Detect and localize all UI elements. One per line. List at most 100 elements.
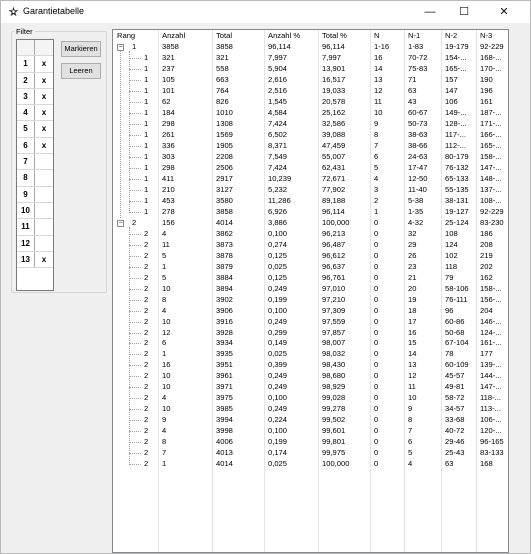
table-row[interactable]: 2 11 3873 0,274 96,487 0 29 124 208 <box>113 240 508 251</box>
table-row[interactable]: 2 6 3934 0,149 98,007 0 15 67-104 161-... <box>113 338 508 349</box>
filter-row[interactable]: 3x <box>17 88 53 106</box>
table-row[interactable]: 2 4 3906 0,100 97,309 0 18 96 204 <box>113 306 508 317</box>
filter-row[interactable]: 9 <box>17 186 53 203</box>
column-header-anzahl[interactable]: Anzahl <box>162 31 185 40</box>
filter-row-mark[interactable]: x <box>35 89 53 104</box>
table-row[interactable]: 2 4 3998 0,100 99,601 0 7 40-72 120-... <box>113 426 508 437</box>
vertical-scrollbar[interactable] <box>509 29 521 553</box>
cell-total-pct: 97,010 <box>322 283 346 293</box>
cell-anzahl-pct: 0,100 <box>268 305 288 315</box>
filter-row-mark[interactable] <box>35 170 53 185</box>
table-row[interactable]: 1 210 3127 5,232 77,902 3 11-40 55-135 137-... <box>113 185 508 196</box>
tree-group-row[interactable]: 2 156 4014 3,886 100,000 0 4-32 25-124 83-230 − <box>113 218 508 229</box>
tree-collapse-icon[interactable]: − <box>117 44 124 52</box>
cell-rang: 1 <box>132 42 137 52</box>
filter-row-mark[interactable]: x <box>35 138 53 153</box>
maximize-button[interactable]: ☐ <box>449 1 479 23</box>
cell-n-2: 33-68 <box>445 415 465 425</box>
table-row[interactable]: 2 9 3994 0,224 99,502 0 8 33-68 106-... <box>113 415 508 426</box>
column-header-total-pct[interactable]: Total % <box>322 31 347 40</box>
cell-n: 8 <box>374 130 379 140</box>
table-row[interactable]: 1 237 558 5,904 13,901 14 75-83 165-... 170-... <box>113 64 508 75</box>
filter-row[interactable]: 1x <box>17 56 53 73</box>
filter-row[interactable]: 10 <box>17 202 53 220</box>
filter-row-mark[interactable]: x <box>35 105 53 120</box>
filter-row-mark[interactable] <box>35 219 53 234</box>
table-row[interactable]: 1 303 2208 7,549 55,007 6 24-63 80-179 158-... <box>113 152 508 163</box>
cell-n-2: 63 <box>445 459 454 469</box>
cell-total-pct: 25,162 <box>322 108 346 118</box>
column-header-n-2[interactable]: N-2 <box>445 31 457 40</box>
filter-row-mark[interactable]: x <box>35 252 53 267</box>
table-row[interactable]: 2 5 3878 0,125 96,612 0 26 102 219 <box>113 251 508 262</box>
table-row[interactable]: 2 4 3975 0,100 99,028 0 10 58-72 118-... <box>113 393 508 404</box>
cell-anzahl: 4 <box>162 305 167 315</box>
cell-total: 3998 <box>216 426 233 436</box>
tree-connector <box>129 354 141 356</box>
column-header-n-3[interactable]: N-3 <box>480 31 492 40</box>
table-row[interactable]: 2 7 4013 0,174 99,975 0 5 25-43 83-133 <box>113 448 508 459</box>
table-row[interactable]: 2 10 3971 0,249 98,929 0 11 49-81 147-... <box>113 382 508 393</box>
table-row[interactable]: 2 12 3928 0,299 97,857 0 16 50-68 124-... <box>113 328 508 339</box>
table-row[interactable]: 1 411 2917 10,239 72,671 4 12-50 65-133 148-... <box>113 174 508 185</box>
table-row[interactable]: 2 1 4014 0,025 100,000 0 4 63 168 <box>113 459 508 470</box>
filter-row[interactable]: 5x <box>17 121 53 138</box>
filter-row[interactable]: 11 <box>17 219 53 236</box>
filter-row[interactable]: 7 <box>17 154 53 171</box>
filter-row-mark[interactable] <box>35 187 53 202</box>
filter-row-mark[interactable] <box>35 236 53 251</box>
filter-row[interactable]: 8 <box>17 170 53 187</box>
minimize-button[interactable]: — <box>415 1 445 23</box>
table-row[interactable]: 1 298 1308 7,424 32,586 9 50-73 128-... 171-... <box>113 119 508 130</box>
filter-row[interactable]: 4x <box>17 105 53 122</box>
cell-anzahl: 5 <box>162 250 167 260</box>
tree-group-row[interactable]: 1 3858 3858 96,114 96,114 1-16 1-83 19-179 92-22… <box>113 42 508 53</box>
table-row[interactable]: 1 298 2506 7,424 62,431 5 17-47 76-132 147-... <box>113 163 508 174</box>
table-row[interactable]: 2 8 4006 0,199 99,801 0 6 29-46 96-165 <box>113 437 508 448</box>
close-button[interactable]: ✕ <box>489 1 519 23</box>
markieren-button[interactable]: Markieren <box>61 41 101 57</box>
table-row[interactable]: 1 321 321 7,997 7,997 16 70-72 154-... 168-... <box>113 53 508 64</box>
filter-row-mark[interactable]: x <box>35 73 53 88</box>
table-row[interactable]: 2 10 3985 0,249 99,278 0 9 34-57 113-... <box>113 404 508 415</box>
filter-row[interactable]: 2x <box>17 72 53 89</box>
table-row[interactable]: 2 5 3884 0,125 96,761 0 21 79 162 <box>113 273 508 284</box>
table-row[interactable]: 1 62 826 1,545 20,578 11 43 106 161 <box>113 97 508 108</box>
table-row[interactable]: 2 8 3902 0,199 97,210 0 19 76-111 156-... <box>113 295 508 306</box>
filter-row-mark[interactable]: x <box>35 121 53 136</box>
filter-row-mark[interactable] <box>35 203 53 218</box>
table-row[interactable]: 2 16 3951 0,399 98,430 0 13 60-109 139-... <box>113 360 508 371</box>
filter-row-mark[interactable]: x <box>35 56 53 71</box>
table-row[interactable]: 1 184 1010 4,584 25,162 10 60-67 149-... 187-... <box>113 108 508 119</box>
table-row[interactable]: 2 1 3879 0,025 96,637 0 23 118 202 <box>113 262 508 273</box>
filter-grid[interactable]: 1 x 2 x 3 x 4 x 5 x 6 x 7 8 9 10 11 12 13 x <box>16 39 54 292</box>
table-row[interactable]: 2 10 3961 0,249 98,680 0 12 45-57 144-... <box>113 371 508 382</box>
filter-row[interactable]: 13 x <box>17 251 53 269</box>
tree-collapse-icon[interactable]: − <box>117 219 124 227</box>
leeren-button[interactable]: Leeren <box>61 63 101 79</box>
table-row[interactable]: 1 278 3858 6,926 96,114 1 1-35 19-127 92-229 <box>113 207 508 218</box>
title-bar[interactable]: Garantietabelle — ☐ ✕ <box>1 1 530 23</box>
cell-n-3: 168 <box>480 459 493 469</box>
filter-row[interactable]: 12 <box>17 235 53 252</box>
column-header-n[interactable]: N <box>374 31 379 40</box>
column-header-anzahl-pct[interactable]: Anzahl % <box>268 31 300 40</box>
column-header-total[interactable]: Total <box>216 31 232 40</box>
filter-row[interactable]: 6x <box>17 137 53 155</box>
table-row[interactable]: 1 336 1905 8,371 47,459 7 38-66 112-... 165-... <box>113 141 508 152</box>
cell-anzahl: 5 <box>162 272 167 282</box>
table-row[interactable]: 2 10 3916 0,249 97,559 0 17 60-86 146-... <box>113 317 508 328</box>
filter-row-mark[interactable] <box>35 154 53 169</box>
cell-rang: 1 <box>144 152 149 161</box>
column-header-n-1[interactable]: N-1 <box>408 31 420 40</box>
table-row[interactable]: 2 10 3894 0,249 97,010 0 20 58-106 158-... <box>113 284 508 295</box>
table-row[interactable]: 1 101 764 2,516 19,033 12 63 147 196 <box>113 86 508 97</box>
guarantee-tree-table[interactable]: Rang Anzahl Total Anzahl % Total % N N-1 N-2 N-3… <box>112 29 509 553</box>
table-row[interactable]: 2 4 3862 0,100 96,213 0 32 108 186 <box>113 229 508 240</box>
table-row[interactable]: 1 261 1569 6,502 39,088 8 38-63 117-... 166-... <box>113 130 508 141</box>
table-row[interactable]: 2 1 3935 0,025 98,032 0 14 78 177 <box>113 349 508 360</box>
cell-rang: 1 <box>144 195 149 205</box>
table-row[interactable]: 1 453 3580 11,286 89,188 2 5-38 38-131 108-... <box>113 196 508 207</box>
table-row[interactable]: 1 105 663 2,616 16,517 13 71 157 190 <box>113 75 508 86</box>
column-header-rang[interactable]: Rang <box>117 31 135 40</box>
